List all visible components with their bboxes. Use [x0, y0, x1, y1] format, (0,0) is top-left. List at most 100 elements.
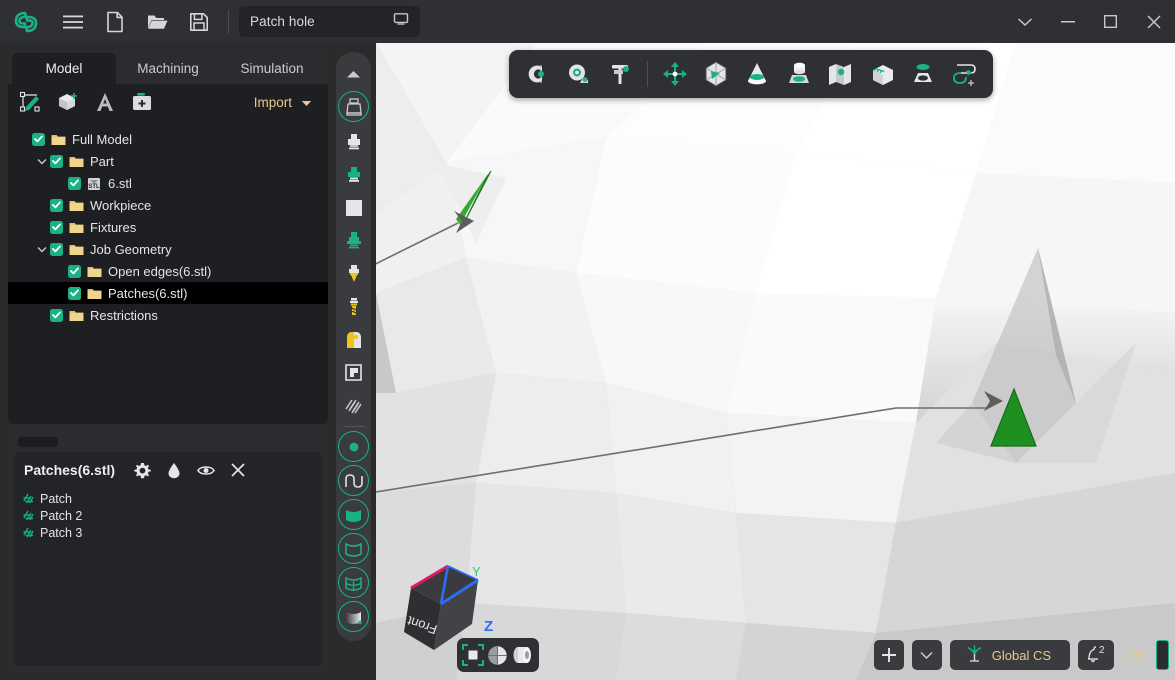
fit-to-view-icon[interactable] [461, 643, 485, 667]
collapse-ribbon-icon[interactable] [1003, 0, 1046, 43]
add-solid-icon[interactable] [55, 89, 81, 115]
stl-file-icon: STL [87, 177, 102, 190]
patch-surface-icon[interactable] [903, 55, 942, 93]
zoom-level-label: 1% [1122, 648, 1148, 662]
notification-count: 2 [1099, 645, 1105, 656]
magnet-snap-icon[interactable] [518, 55, 557, 93]
save-disk-icon[interactable] [178, 0, 220, 43]
tab-model[interactable]: Model [12, 53, 116, 84]
patch-list-item-label: Patch [40, 492, 72, 506]
new-file-icon[interactable] [94, 0, 136, 43]
patch-list[interactable]: Patch Patch 2Patch 3 [14, 488, 322, 541]
measure-tape-icon[interactable] [559, 55, 598, 93]
tree-item-checkbox[interactable] [68, 177, 81, 190]
twisty-expand-icon[interactable] [34, 246, 50, 253]
view-curve-icon[interactable] [338, 465, 369, 496]
sphere-shading-icon[interactable] [486, 643, 510, 667]
twisty-expand-icon[interactable] [34, 158, 50, 165]
tree-item-6-stl[interactable]: STL 6.stl [8, 172, 328, 194]
tree-item-checkbox[interactable] [50, 199, 63, 212]
viewport-bottom-toolbar [457, 638, 539, 672]
folder-icon [69, 199, 84, 212]
tree-item-restrictions[interactable]: Restrictions [8, 304, 328, 326]
tree-item-workpiece[interactable]: Workpiece [8, 194, 328, 216]
viewport-top-toolbar [509, 50, 993, 98]
tool-blank-icon[interactable] [337, 191, 370, 224]
tree-item-checkbox[interactable] [50, 155, 63, 168]
caliper-measure-icon[interactable] [601, 55, 640, 93]
status-dropdown-button[interactable] [912, 640, 942, 670]
tool-green-mill-icon[interactable] [337, 158, 370, 191]
tree-item-part[interactable]: Part [8, 150, 328, 172]
view-surface-icon[interactable] [338, 533, 369, 564]
monitor-icon[interactable] [393, 12, 409, 31]
panel-drag-handle[interactable] [18, 437, 58, 447]
tab-simulation[interactable]: Simulation [220, 53, 324, 84]
close-icon[interactable] [229, 461, 247, 479]
tool-insert-icon[interactable] [337, 356, 370, 389]
model-tree[interactable]: Full ModelPart STL 6.stl Workpiece Fixtures J… [8, 120, 328, 424]
tree-item-checkbox[interactable] [68, 265, 81, 278]
perspective-camera-icon[interactable] [511, 643, 535, 667]
tree-item-label: 6.stl [108, 176, 132, 191]
coordinate-system-selector[interactable]: Global CS [950, 640, 1070, 670]
tree-item-fixtures[interactable]: Fixtures [8, 216, 328, 238]
open-folder-icon[interactable] [136, 0, 178, 43]
tree-item-open-edges-6-stl[interactable]: Open edges(6.stl) [8, 260, 328, 282]
tool-holder-icon[interactable] [338, 91, 369, 122]
patch-list-item[interactable]: Patch 2 [22, 507, 322, 524]
view-shaded-surface-icon[interactable] [338, 499, 369, 530]
tool-hatch-icon[interactable] [337, 389, 370, 422]
import-button[interactable]: Import [254, 95, 318, 110]
toolbar-divider [228, 10, 229, 34]
edit-sketch-icon[interactable] [18, 89, 44, 115]
tree-item-checkbox[interactable] [50, 221, 63, 234]
application-window: Patch hole [0, 0, 1175, 680]
tool-stub-icon[interactable] [337, 125, 370, 158]
tree-item-job-geometry[interactable]: Job Geometry [8, 238, 328, 260]
tree-item-full-model[interactable]: Full Model [8, 128, 328, 150]
text-tool-icon[interactable] [92, 89, 118, 115]
add-folder-icon[interactable] [129, 89, 155, 115]
polyhedron-select-icon[interactable] [696, 55, 735, 93]
view-solid-icon[interactable] [338, 601, 369, 632]
tree-item-checkbox[interactable] [68, 287, 81, 300]
droplet-icon[interactable] [165, 461, 183, 479]
ribbed-box-icon[interactable] [862, 55, 901, 93]
folder-icon [69, 309, 84, 322]
close-icon[interactable] [1132, 0, 1175, 43]
tool-yellow-endmill-icon[interactable] [337, 257, 370, 290]
tool-yellow-drill-icon[interactable] [337, 290, 370, 323]
tree-item-label: Fixtures [90, 220, 136, 235]
notifications-button[interactable]: 2 [1078, 640, 1114, 670]
eye-icon[interactable] [197, 461, 215, 479]
view-point-icon[interactable] [338, 431, 369, 462]
3d-viewport[interactable]: Front Y Z [376, 43, 1175, 680]
chevron-up-icon[interactable] [337, 58, 370, 91]
maximize-icon[interactable] [1089, 0, 1132, 43]
tool-green-stack-icon[interactable] [337, 224, 370, 257]
view-grid-surface-icon[interactable] [338, 567, 369, 598]
document-title-field[interactable]: Patch hole [239, 6, 420, 37]
add-curve-icon[interactable] [945, 55, 984, 93]
tab-machining[interactable]: Machining [116, 53, 220, 84]
patch-list-item[interactable]: Patch 3 [22, 524, 322, 541]
cone-surface-icon[interactable] [738, 55, 777, 93]
import-label: Import [254, 95, 292, 110]
tree-toolbar: Import [8, 84, 328, 120]
patch-list-item[interactable]: Patch [22, 490, 322, 507]
map-surface-icon[interactable] [821, 55, 860, 93]
patch-list-item-label: Patch 2 [40, 509, 82, 523]
tree-item-patches-6-stl[interactable]: Patches(6.stl) [8, 282, 328, 304]
add-button[interactable] [874, 640, 904, 670]
chevron-down-icon [301, 95, 312, 110]
gear-icon[interactable] [133, 461, 151, 479]
move-gizmo-icon[interactable] [655, 55, 694, 93]
tree-item-checkbox[interactable] [50, 243, 63, 256]
cylinder-plane-icon[interactable] [779, 55, 818, 93]
tool-yellow-holder-icon[interactable] [337, 323, 370, 356]
hamburger-menu-icon[interactable] [52, 0, 94, 43]
tree-item-checkbox[interactable] [32, 133, 45, 146]
tree-item-checkbox[interactable] [50, 309, 63, 322]
minimize-icon[interactable] [1046, 0, 1089, 43]
